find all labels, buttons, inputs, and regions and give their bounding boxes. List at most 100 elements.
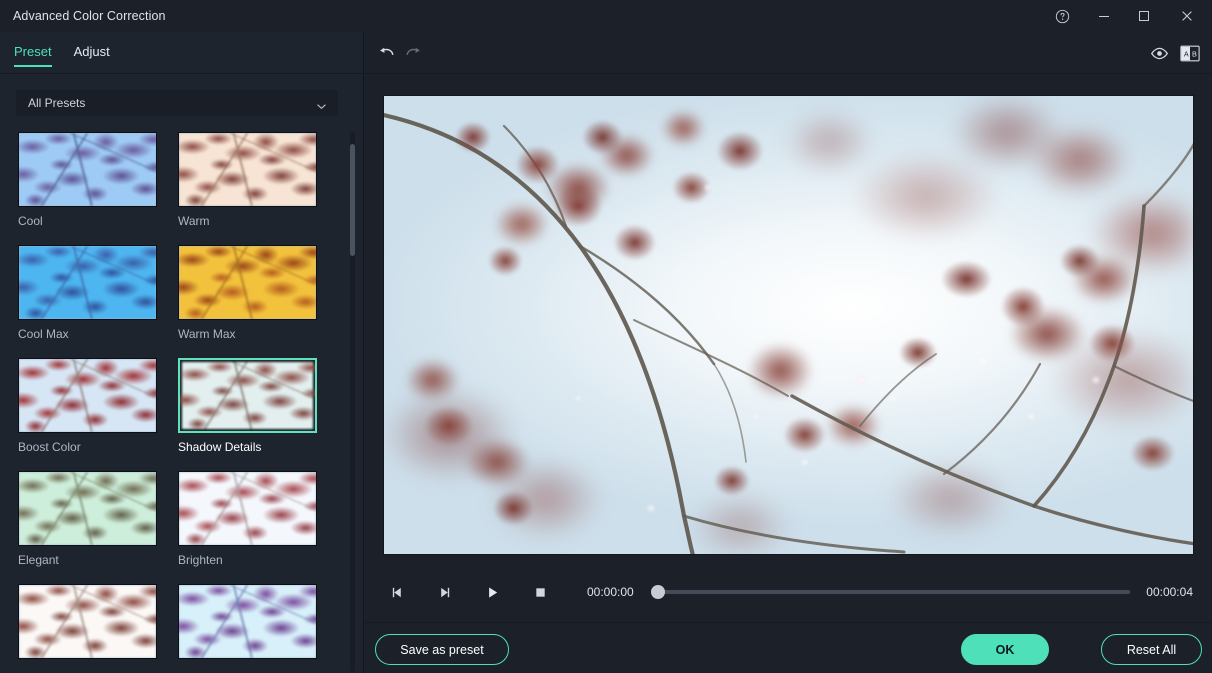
preset-thumbnail-branches	[179, 472, 316, 545]
preset-thumbnail-branches	[179, 585, 316, 658]
eye-icon	[1150, 47, 1168, 59]
stop-button[interactable]	[527, 579, 553, 605]
window-controls	[1040, 0, 1212, 32]
save-as-preset-button[interactable]: Save as preset	[375, 634, 509, 665]
preset-thumbnail[interactable]	[178, 245, 317, 320]
advanced-color-correction-window: Advanced Color Correction Preset Adjust …	[0, 0, 1212, 673]
preset-item[interactable]: Cool	[18, 132, 157, 228]
tab-adjust[interactable]: Adjust	[74, 32, 110, 59]
next-frame-button[interactable]	[431, 579, 457, 605]
current-time: 00:00:00	[587, 585, 634, 599]
close-icon	[1182, 11, 1192, 21]
total-time: 00:00:04	[1146, 585, 1193, 599]
maximize-icon	[1139, 11, 1149, 21]
preset-thumbnail-branches	[19, 472, 156, 545]
preset-thumbnail-art	[179, 246, 316, 319]
dialog-footer: Save as preset OK Reset All	[365, 622, 1212, 673]
preset-list[interactable]: Cool Warm Cool Max Warm Max Boost Color Shado…	[0, 127, 364, 673]
preset-item[interactable]: Cool Max	[18, 245, 157, 341]
help-icon	[1055, 9, 1069, 23]
preset-label: Boost Color	[18, 440, 81, 454]
preset-label: Brighten	[178, 553, 223, 567]
preset-thumbnail-branches	[19, 246, 156, 319]
ok-button[interactable]: OK	[961, 634, 1049, 665]
previous-frame-icon	[392, 587, 401, 597]
preset-panel: Preset Adjust All Presets Cool Warm Cool M…	[0, 32, 364, 673]
preview-toolbar: A B	[365, 32, 1212, 74]
preset-item[interactable]: Elegant	[18, 471, 157, 567]
preset-thumbnail[interactable]	[18, 132, 157, 207]
preset-thumbnail-branches	[19, 585, 156, 658]
preset-thumbnail[interactable]	[18, 245, 157, 320]
preset-label: Shadow Details	[178, 440, 262, 454]
preset-thumbnail-branches	[179, 246, 316, 319]
previous-frame-button[interactable]	[384, 579, 410, 605]
preset-item[interactable]	[178, 584, 317, 659]
chevron-down-icon	[316, 99, 327, 117]
preset-thumbnail-art	[179, 472, 316, 545]
svg-text:B: B	[1192, 49, 1197, 58]
play-button[interactable]	[479, 579, 505, 605]
preset-label: Warm	[178, 214, 210, 228]
preset-item[interactable]	[18, 584, 157, 659]
video-preview[interactable]	[383, 95, 1194, 555]
next-frame-icon	[440, 587, 449, 597]
preset-thumbnail[interactable]	[178, 584, 317, 659]
preset-thumbnail[interactable]	[178, 358, 317, 433]
preset-item[interactable]: Warm	[178, 132, 317, 228]
preset-thumbnail[interactable]	[178, 132, 317, 207]
preview-blossoms	[384, 96, 1193, 554]
title-bar: Advanced Color Correction	[0, 0, 1212, 32]
preset-thumbnail-art	[19, 359, 156, 432]
minimize-button[interactable]	[1084, 0, 1124, 32]
preset-thumbnail-art	[180, 360, 315, 431]
preset-item[interactable]: Boost Color	[18, 358, 157, 454]
preset-thumbnail[interactable]	[18, 471, 157, 546]
preset-thumbnail[interactable]	[18, 584, 157, 659]
preset-thumbnail[interactable]	[178, 471, 317, 546]
ab-compare-icon: A B	[1180, 45, 1200, 61]
scrub-handle[interactable]	[650, 585, 665, 599]
preset-filter-dropdown[interactable]: All Presets	[16, 90, 338, 116]
help-button[interactable]	[1040, 0, 1084, 32]
preset-label: Cool	[18, 214, 43, 228]
preset-thumbnail-art	[179, 585, 316, 658]
preset-thumbnail-branches	[182, 362, 313, 429]
tab-preset[interactable]: Preset	[14, 32, 52, 67]
preset-thumbnail[interactable]	[18, 358, 157, 433]
preset-scrollbar-thumb[interactable]	[350, 144, 355, 256]
preset-item[interactable]: Shadow Details	[178, 358, 317, 454]
preset-thumbnail-branches	[19, 359, 156, 432]
redo-icon	[406, 47, 420, 55]
playback-controls: 00:00:00 00:00:04	[365, 570, 1212, 614]
panel-tabs: Preset Adjust	[0, 32, 364, 74]
preview-area: A B 00:00:00 00:00:04 Save as preset OK …	[365, 32, 1212, 673]
close-button[interactable]	[1164, 0, 1210, 32]
preset-filter-value: All Presets	[28, 96, 86, 110]
undo-icon	[379, 47, 393, 55]
preset-label: Warm Max	[178, 327, 236, 341]
preset-item[interactable]: Brighten	[178, 471, 317, 567]
preset-thumbnail-art	[19, 246, 156, 319]
reset-all-button[interactable]: Reset All	[1101, 634, 1202, 665]
stop-icon	[535, 587, 545, 597]
preset-thumbnail-branches	[179, 133, 316, 206]
preset-thumbnail-art	[19, 585, 156, 658]
preset-label: Cool Max	[18, 327, 69, 341]
preset-thumbnail-art	[19, 472, 156, 545]
preset-thumbnail-art	[19, 133, 156, 206]
window-title: Advanced Color Correction	[13, 9, 166, 23]
preset-label: Elegant	[18, 553, 59, 567]
minimize-icon	[1099, 16, 1109, 17]
scrub-track[interactable]	[650, 585, 1131, 599]
maximize-button[interactable]	[1124, 0, 1164, 32]
redo-button[interactable]	[402, 42, 424, 64]
undo-button[interactable]	[375, 42, 397, 64]
preview-toggle-button[interactable]	[1148, 42, 1170, 64]
preset-item[interactable]: Warm Max	[178, 245, 317, 341]
play-icon	[488, 586, 497, 598]
preset-thumbnail-branches	[19, 133, 156, 206]
compare-button[interactable]: A B	[1179, 42, 1201, 64]
svg-text:A: A	[1184, 49, 1189, 58]
preset-thumbnail-art	[179, 133, 316, 206]
